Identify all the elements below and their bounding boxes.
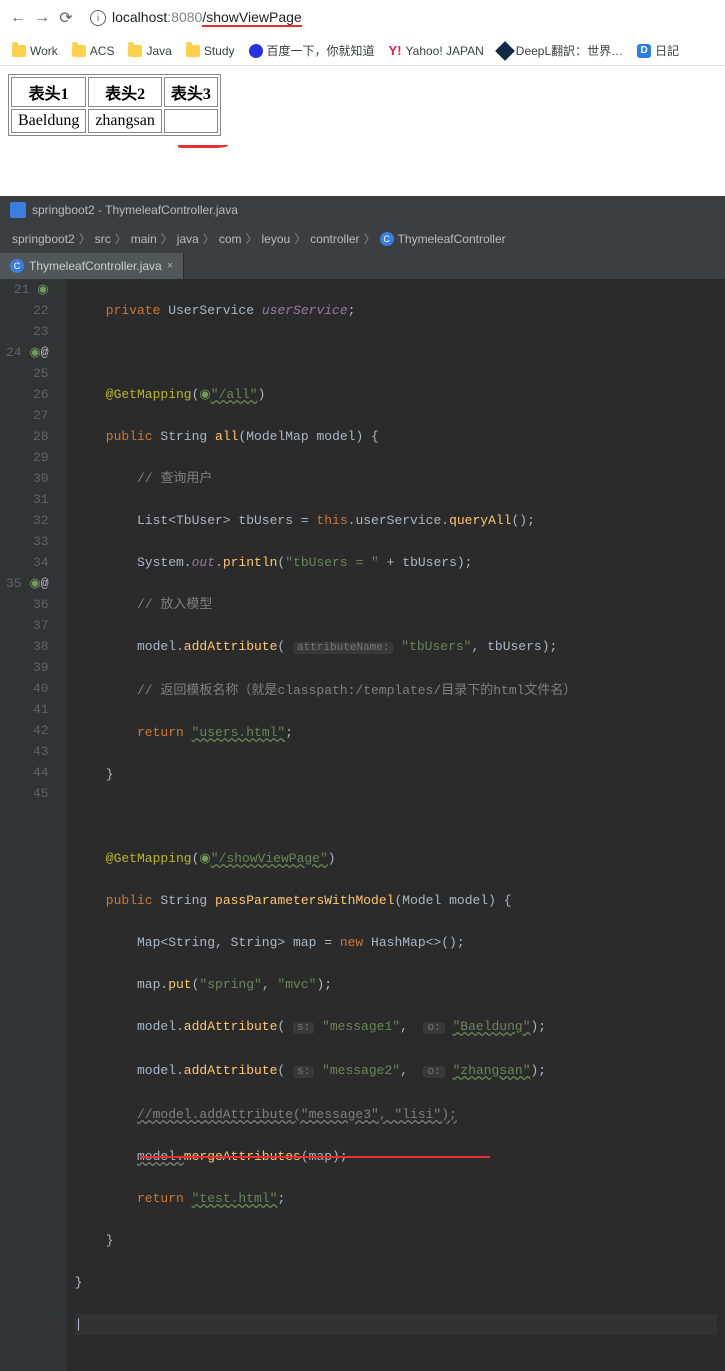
tab-file[interactable]: C ThymeleafController.java ×	[0, 253, 184, 279]
sample-table: 表头1 表头2 表头3 Baeldung zhangsan	[8, 74, 221, 136]
bookmark-d[interactable]: D日記	[637, 42, 679, 59]
table-row: Baeldung zhangsan	[11, 109, 218, 133]
breadcrumbs: springboot2〉 src〉 main〉 java〉 com〉 leyou…	[0, 224, 725, 253]
back-icon[interactable]: ←	[10, 10, 26, 26]
ide-title: springboot2 - ThymeleafController.java	[32, 203, 238, 217]
breadcrumb[interactable]: ThymeleafController	[398, 232, 506, 246]
breadcrumb[interactable]: main	[131, 232, 157, 246]
address-bar[interactable]: i localhost:8080/showViewPage	[82, 5, 715, 31]
bookmark-baidu[interactable]: 百度一下，你就知道	[249, 42, 375, 59]
bookmark-work[interactable]: Work	[12, 44, 58, 58]
deepl-icon	[495, 41, 515, 61]
table-row: 表头1 表头2 表头3	[11, 77, 218, 107]
url-text: localhost:8080/showViewPage	[112, 9, 302, 27]
bookmark-study[interactable]: Study	[186, 44, 235, 58]
folder-icon	[12, 45, 26, 57]
breadcrumb[interactable]: springboot2	[12, 232, 75, 246]
editor-tabs: C ThymeleafController.java ×	[0, 253, 725, 279]
table-header: 表头3	[164, 77, 218, 107]
forward-icon[interactable]: →	[34, 10, 50, 26]
close-icon[interactable]: ×	[167, 260, 173, 272]
code-editor[interactable]: 21 ◉ 22 23 24 ◉@ 25 26 27 28 29 30 31 32…	[0, 279, 725, 1371]
baidu-icon	[249, 44, 263, 58]
bookmark-java[interactable]: Java	[128, 44, 171, 58]
breadcrumb[interactable]: leyou	[262, 232, 291, 246]
reload-icon[interactable]: ⟳	[58, 10, 74, 26]
gutter: 21 ◉ 22 23 24 ◉@ 25 26 27 28 29 30 31 32…	[0, 279, 67, 1371]
table-cell: Baeldung	[11, 109, 86, 133]
ide-window: springboot2 - ThymeleafController.java s…	[0, 196, 725, 1371]
folder-icon	[72, 45, 86, 57]
breadcrumb[interactable]: controller	[310, 232, 359, 246]
table-cell: zhangsan	[88, 109, 162, 133]
info-icon[interactable]: i	[90, 10, 106, 26]
breadcrumb[interactable]: com	[219, 232, 242, 246]
annotation-underline	[178, 140, 228, 148]
bookmark-acs[interactable]: ACS	[72, 44, 115, 58]
bookmark-deepl[interactable]: DeepL翻訳：世界…	[498, 42, 623, 59]
ide-titlebar: springboot2 - ThymeleafController.java	[0, 196, 725, 224]
class-icon: C	[10, 259, 24, 273]
class-icon: C	[380, 232, 394, 246]
bookmark-yahoo[interactable]: Y!Yahoo! JAPAN	[389, 43, 484, 58]
folder-icon	[186, 45, 200, 57]
intellij-icon	[10, 202, 26, 218]
d-icon: D	[637, 44, 651, 58]
bookmarks-bar: Work ACS Java Study 百度一下，你就知道 Y!Yahoo! J…	[0, 36, 725, 66]
yahoo-icon: Y!	[389, 43, 402, 58]
page-content: 表头1 表头2 表头3 Baeldung zhangsan	[0, 66, 725, 156]
breadcrumb[interactable]: src	[95, 232, 111, 246]
code-area[interactable]: private UserService userService; @GetMap…	[67, 279, 725, 1371]
breadcrumb[interactable]: java	[177, 232, 199, 246]
table-cell	[164, 109, 218, 133]
folder-icon	[128, 45, 142, 57]
table-header: 表头2	[88, 77, 162, 107]
table-header: 表头1	[11, 77, 86, 107]
